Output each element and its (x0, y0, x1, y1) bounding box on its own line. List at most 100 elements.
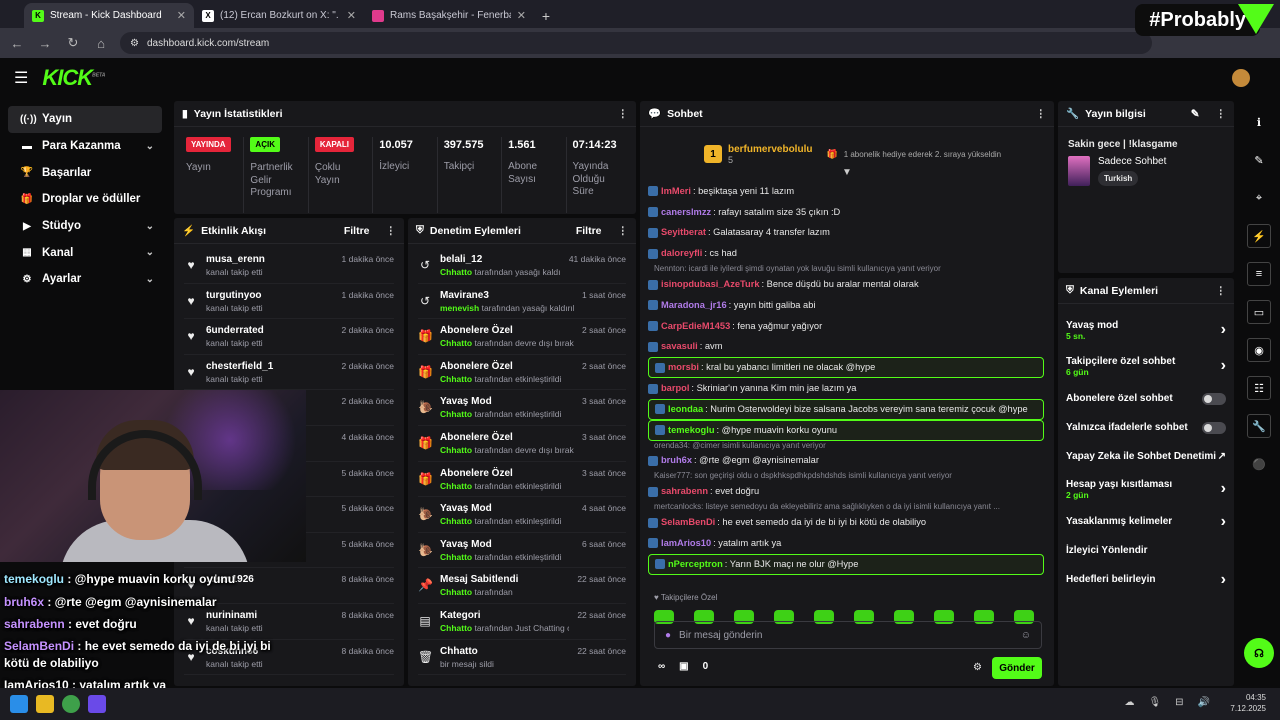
close-icon[interactable]: ✕ (347, 9, 356, 22)
list-icon[interactable]: ≡ (1247, 262, 1271, 286)
channel-action-row[interactable]: Hesap yaşı kısıtlaması 2 gün › (1058, 471, 1234, 507)
chat-username[interactable]: daloreyfli (661, 248, 702, 259)
channel-action-row[interactable]: Hedefleri belirleyin › (1058, 565, 1234, 594)
moderation-actor[interactable]: Chhatto (440, 481, 472, 491)
moderation-filter-button[interactable]: Filtre (576, 225, 602, 237)
more-icon[interactable]: ⋮ (386, 225, 397, 237)
moderation-actor[interactable]: Chhatto (440, 516, 472, 526)
chat-username[interactable]: CarpEdieM1453 (661, 321, 730, 332)
moderation-actor[interactable]: Chhatto (440, 623, 472, 633)
external-link-icon[interactable]: ↗ (1218, 451, 1226, 462)
chat-username[interactable]: savasuli (661, 341, 698, 352)
chat-username[interactable]: leondaa (668, 404, 703, 415)
sidebar-item[interactable]: 🎁 Droplar ve ödüller (8, 186, 162, 213)
focus-icon[interactable]: ⌖ (1247, 186, 1271, 210)
browser-tab[interactable]: X (12) Ercan Bozkurt on X: ". @An ✕ (194, 3, 364, 28)
emoji-icon[interactable]: ☺ (1021, 630, 1031, 641)
chevron-right-icon[interactable]: › (1221, 480, 1226, 498)
info-icon[interactable]: ℹ (1247, 110, 1271, 134)
layout-icon[interactable]: ☷ (1247, 376, 1271, 400)
more-icon[interactable]: ⋮ (618, 108, 629, 120)
volume-icon[interactable]: 🔊 (1198, 697, 1210, 708)
moderation-actor[interactable]: Chhatto (440, 409, 472, 419)
edit-icon[interactable]: ✎ (1191, 108, 1200, 120)
channel-action-row[interactable]: Yapay Zeka ile Sohbet Denetimi ↗ (1058, 442, 1234, 471)
windows-icon[interactable] (10, 695, 28, 713)
reload-icon[interactable]: ↻ (64, 35, 82, 51)
back-icon[interactable]: ← (8, 36, 26, 51)
bolt-icon[interactable]: ⚡ (1247, 224, 1271, 248)
url-input[interactable]: ⚙ dashboard.kick.com/stream (120, 32, 1152, 54)
mic-icon[interactable]: ● (665, 630, 671, 641)
channel-action-row[interactable]: İzleyici Yönlendir (1058, 536, 1234, 565)
cloud-icon[interactable]: ☁ (1124, 697, 1134, 708)
chat-username[interactable]: morsbi (668, 362, 699, 373)
new-tab-icon[interactable]: + (534, 3, 558, 28)
menu-icon[interactable]: ☰ (14, 68, 28, 88)
more-icon[interactable]: ⋮ (1216, 285, 1227, 297)
chat-username[interactable]: SelamBenDi (661, 517, 715, 528)
chat-username[interactable]: isinopdubasi_AzeTurk (661, 279, 760, 290)
activity-filter-button[interactable]: Filtre (344, 225, 370, 237)
chat-icon[interactable]: ▭ (1247, 300, 1271, 324)
browser-tab[interactable]: Rams Başakşehir - Fenerbahçe ✕ (364, 3, 534, 28)
chat-username[interactable]: Maradona_jr16 (661, 300, 727, 311)
store-icon[interactable]: ▣ (679, 661, 688, 672)
chat-username[interactable]: temekoglu (668, 425, 715, 436)
chevron-right-icon[interactable]: › (1221, 321, 1226, 339)
sidebar-item[interactable]: ▶ Stüdyo ⌄ (8, 213, 162, 240)
moderation-actor[interactable]: Chhatto (440, 374, 472, 384)
avatar[interactable] (1232, 69, 1250, 87)
kick-logo[interactable]: KICKBETA (42, 65, 105, 91)
chevron-right-icon[interactable]: › (1221, 357, 1226, 375)
send-button[interactable]: Gönder (992, 657, 1042, 679)
sidebar-item[interactable]: ⚙ Ayarlar ⌄ (8, 266, 162, 293)
chat-username[interactable]: IamArios10 (661, 538, 711, 549)
sidebar-item[interactable]: ▦ Kanal ⌄ (8, 239, 162, 266)
channel-action-row[interactable]: Yavaş mod 5 sn. › (1058, 312, 1234, 348)
home-icon[interactable]: ⌂ (92, 36, 110, 51)
channel-action-row[interactable]: Abonelere özel sohbet (1058, 384, 1234, 413)
channel-action-row[interactable]: Yasaklanmış kelimeler › (1058, 507, 1234, 536)
support-icon[interactable]: ☊ (1244, 638, 1274, 668)
edit-icon[interactable]: ✎ (1247, 148, 1271, 172)
app-icon[interactable] (88, 695, 106, 713)
chevron-down-icon[interactable]: ▼ (640, 167, 1054, 181)
sidebar-item[interactable]: 🏆 Başarılar (8, 159, 162, 186)
mic-icon[interactable]: 🎙 (1148, 697, 1161, 708)
more-icon[interactable]: ⋮ (1036, 108, 1047, 120)
moderation-actor[interactable]: Chhatto (440, 445, 472, 455)
network-icon[interactable]: ⊟ (1175, 697, 1183, 708)
toggle-switch[interactable] (1202, 392, 1226, 405)
channel-action-row[interactable]: Yalnızca ifadelerle sohbet (1058, 413, 1234, 442)
settings-icon[interactable]: ⚙ (973, 662, 982, 673)
chevron-right-icon[interactable]: › (1221, 571, 1226, 589)
moderation-actor[interactable]: Chhatto (440, 587, 472, 597)
more-icon[interactable]: ⋮ (1216, 108, 1227, 120)
clock[interactable]: 04:35 7.12.2025 (1230, 692, 1266, 714)
forward-icon[interactable]: → (36, 36, 54, 51)
chevron-right-icon[interactable]: › (1221, 513, 1226, 531)
share-icon[interactable]: ⚫ (1247, 452, 1271, 476)
more-icon[interactable]: ⋮ (618, 225, 629, 237)
site-info-icon[interactable]: ⚙ (130, 38, 139, 49)
browser-tab[interactable]: K Stream - Kick Dashboard ✕ (24, 3, 194, 28)
chat-username[interactable]: Seyitberat (661, 227, 706, 238)
chat-username[interactable]: ImMeri (661, 186, 691, 197)
channel-action-row[interactable]: Takipçilere özel sohbet 6 gün › (1058, 348, 1234, 384)
chat-input[interactable]: ● Bir mesaj gönderin ☺ (654, 621, 1042, 649)
chat-username[interactable]: canerslmzz (661, 207, 711, 218)
moderation-actor[interactable]: Chhatto (440, 338, 472, 348)
chat-username[interactable]: barpol (661, 383, 689, 394)
toggle-switch[interactable] (1202, 421, 1226, 434)
folder-icon[interactable] (36, 695, 54, 713)
sidebar-item[interactable]: ▬ Para Kazanma ⌄ (8, 133, 162, 160)
chat-username[interactable]: sahrabenn (661, 486, 708, 497)
infinity-icon[interactable]: ∞ (658, 661, 665, 672)
sidebar-item[interactable]: ((·)) Yayın (8, 106, 162, 133)
chat-username[interactable]: nPerceptron (668, 559, 723, 570)
wrench-icon[interactable]: 🔧 (1247, 414, 1271, 438)
broadcast-icon[interactable]: ◉ (1247, 338, 1271, 362)
close-icon[interactable]: ✕ (177, 9, 186, 22)
chat-username[interactable]: bruh6x (661, 455, 692, 466)
